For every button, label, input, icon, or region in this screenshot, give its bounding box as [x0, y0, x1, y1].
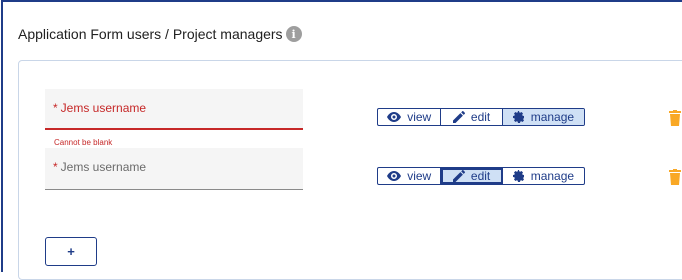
manage-button-2[interactable]: manage — [503, 168, 584, 184]
section-title-text: Application Form users / Project manager… — [18, 26, 283, 42]
gear-icon — [512, 170, 524, 182]
username-field-2[interactable]: * Jems username — [45, 148, 303, 190]
gear-icon — [512, 111, 524, 123]
username-label-1: * Jems username — [53, 101, 147, 115]
view-button-2[interactable]: view — [378, 168, 442, 184]
eye-icon — [387, 171, 402, 181]
delete-icon-1[interactable] — [669, 110, 681, 126]
edit-button-2[interactable]: edit — [441, 168, 503, 184]
section-title: Application Form users / Project manager… — [18, 26, 302, 42]
pencil-icon — [452, 170, 465, 182]
permission-toggle-2: view edit manage — [377, 167, 585, 185]
username-error-1: Cannot be blank — [54, 138, 113, 147]
username-label-2: * Jems username — [53, 160, 147, 174]
username-field-1[interactable]: * Jems username — [45, 89, 303, 130]
info-icon[interactable]: i — [285, 26, 302, 42]
manage-button-1[interactable]: manage — [502, 109, 584, 125]
add-user-button[interactable]: + — [45, 237, 97, 266]
view-button-1[interactable]: view — [378, 109, 442, 125]
delete-icon-2[interactable] — [669, 169, 681, 185]
edit-button-1[interactable]: edit — [441, 109, 503, 125]
permission-toggle-1: view edit manage — [377, 108, 585, 126]
pencil-icon — [452, 111, 465, 123]
eye-icon — [387, 112, 402, 122]
